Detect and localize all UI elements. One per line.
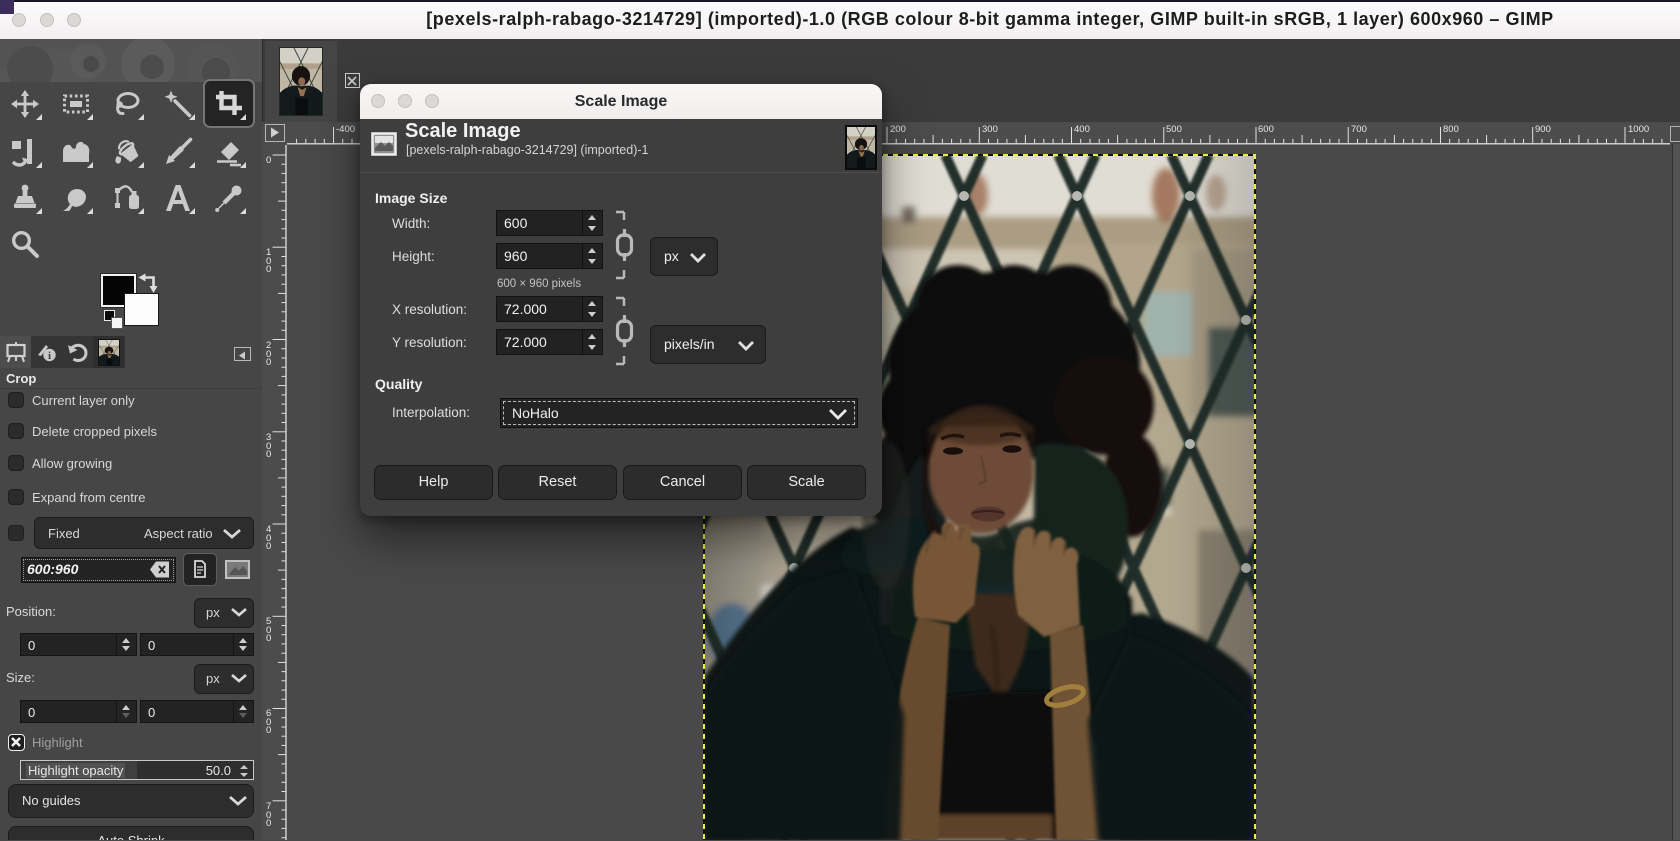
svg-text:i: i	[47, 350, 50, 362]
